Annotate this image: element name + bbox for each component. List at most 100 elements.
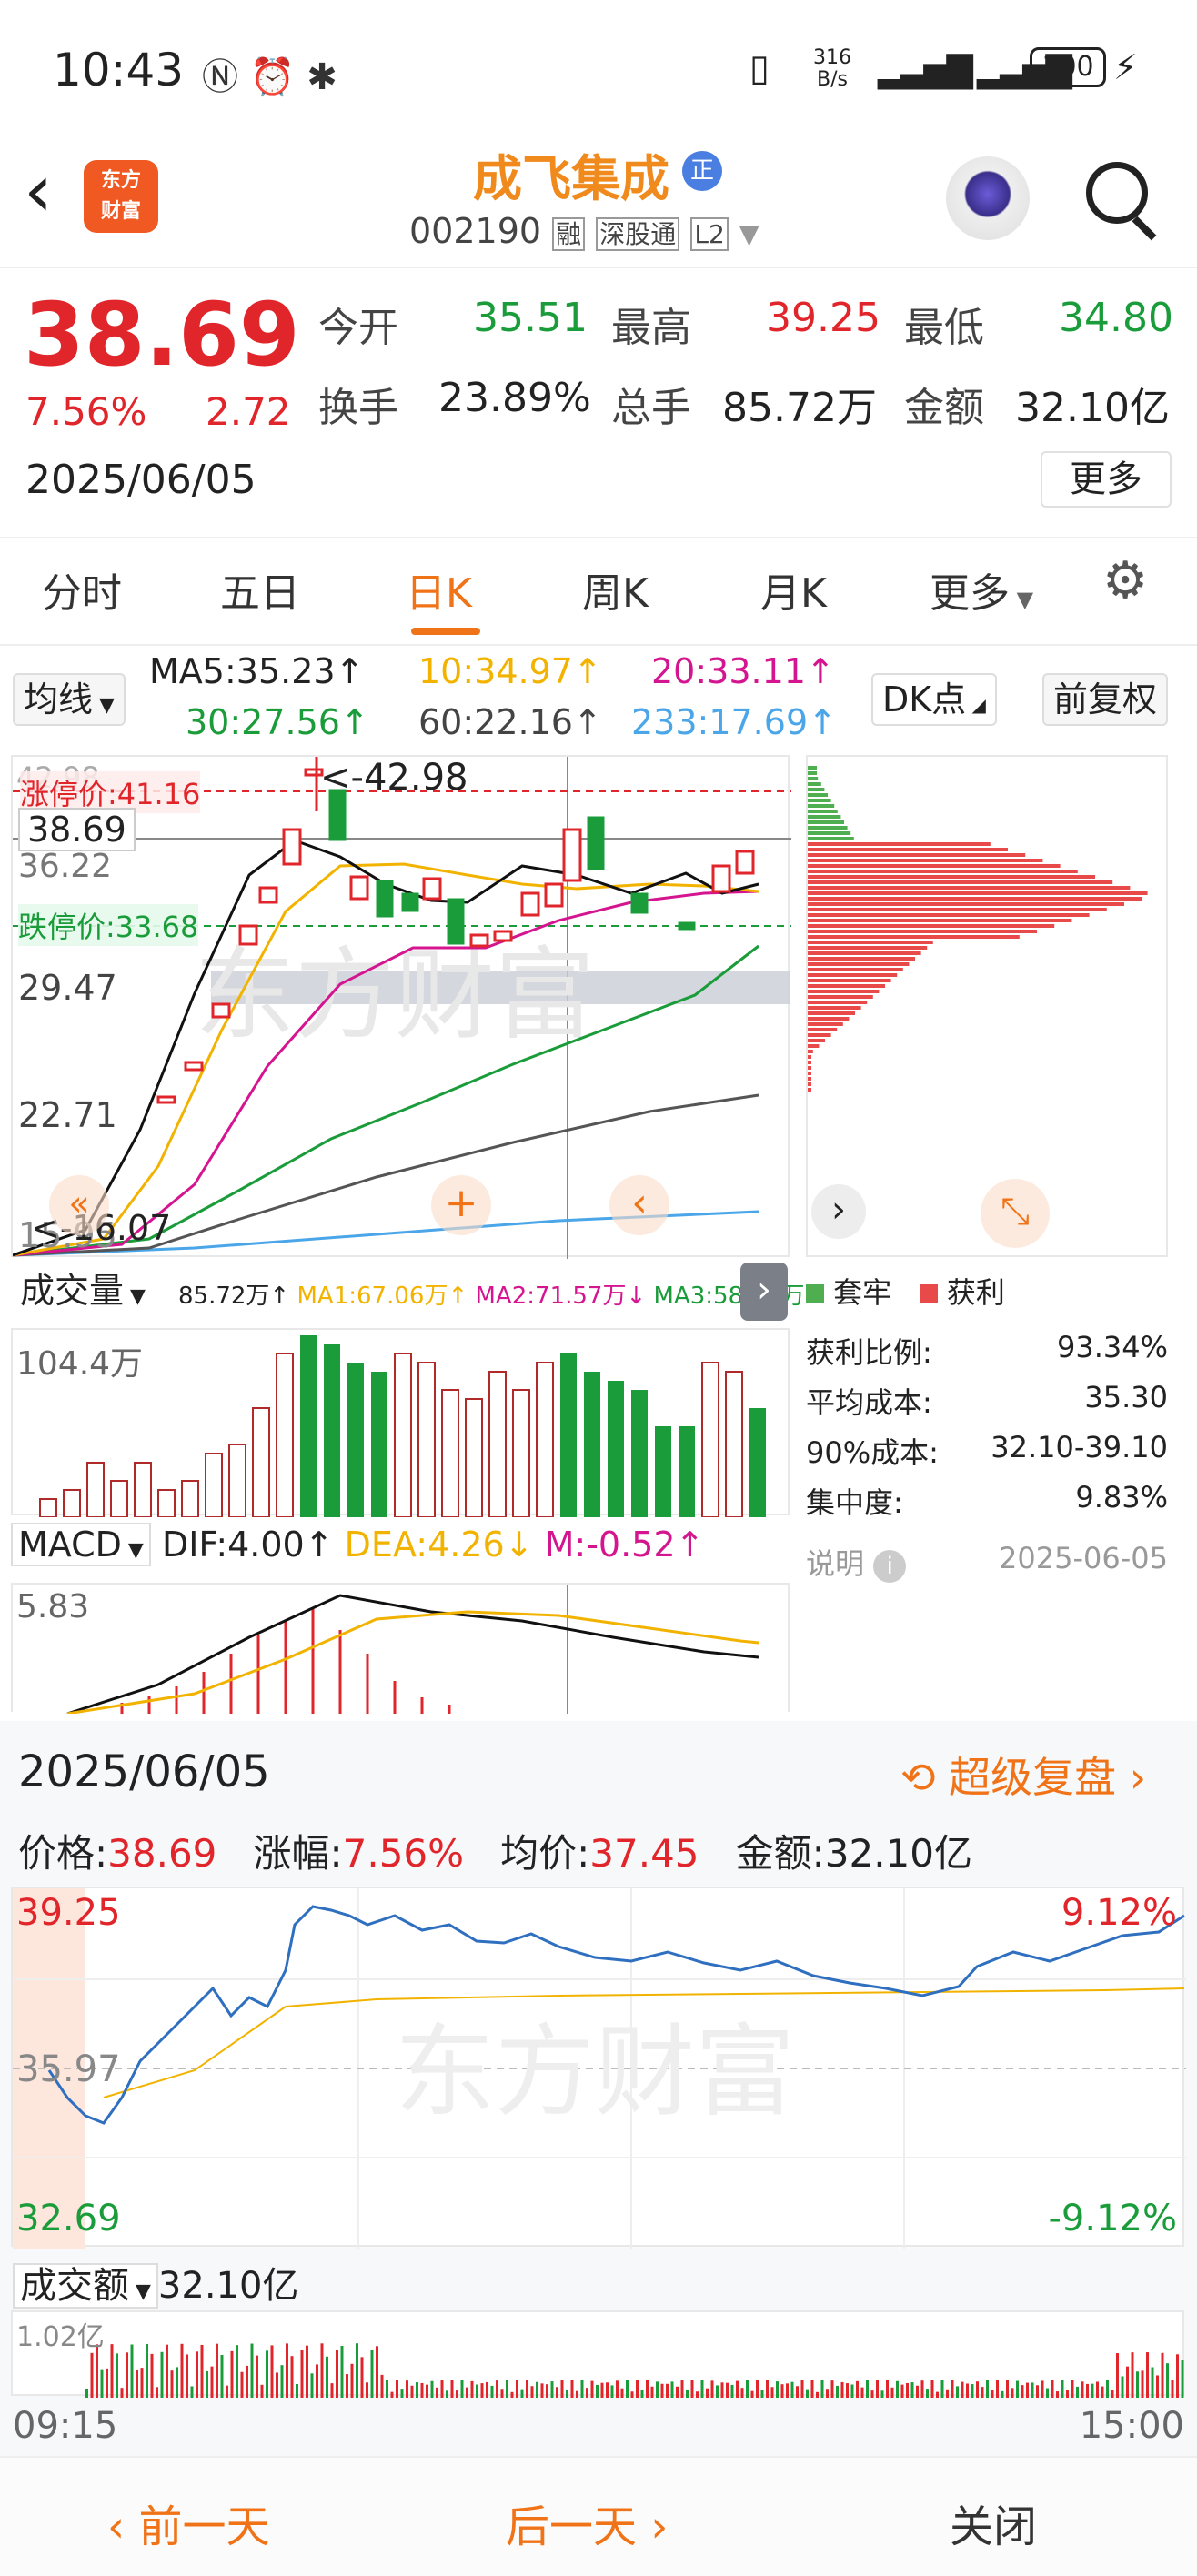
chevron-down-icon: ▼ (739, 219, 759, 249)
ma5-value: MA5:35.23↑ (149, 651, 365, 691)
intraday-chart[interactable]: 东方财富 39.25 35.97 32.69 9.12% -9.12% (11, 1887, 1186, 2249)
rewind-icon[interactable]: « (49, 1175, 109, 1235)
charging-icon: ⚡ (1113, 47, 1138, 87)
settings-gear-icon[interactable]: ⚙ (1102, 551, 1148, 610)
history-clock-icon: ⟲ (900, 1753, 936, 1802)
y-tick: 22.71 (18, 1095, 117, 1135)
time-start: 09:15 (13, 2405, 118, 2447)
stat-label: 今开 (318, 305, 398, 351)
turnover-chart[interactable]: 1.02亿 (11, 2310, 1184, 2398)
stock-code: 002190 (409, 211, 542, 251)
tag-sz-connect: 深股通 (596, 217, 680, 251)
tab-monthly-k[interactable]: 月K (760, 560, 827, 619)
stat-low: 34.80 (1059, 295, 1173, 341)
stat-amount: 32.10亿 (1015, 385, 1170, 431)
tag-margin: 融 (552, 217, 586, 251)
ma60-value: 60:22.16↑ (418, 702, 602, 742)
volume-values: 85.72万↑ MA1:67.06万↑ MA2:71.57万↓ MA3:58.2… (178, 1283, 825, 1310)
stat-label: 换手 (318, 385, 398, 431)
chip-legend: 套牢 获利 (806, 1270, 1005, 1312)
ma233-value: 233:17.69↑ (631, 702, 837, 742)
stat-label: 最低 (904, 305, 984, 351)
chevron-right-icon[interactable]: › (811, 1184, 866, 1239)
tab-5day[interactable]: 五日 (220, 560, 300, 619)
tab-more[interactable]: 更多 ▼ (930, 560, 1033, 619)
tag-l2: L2 (690, 217, 729, 251)
y-tick: 29.47 (18, 968, 117, 1008)
macd-chart[interactable]: 5.83 (11, 1583, 790, 1714)
limit-down-price: 跌停价:33.68 (18, 904, 199, 946)
intraday-pct-top: 9.12% (1061, 1892, 1177, 1934)
chip-note[interactable]: 说明 i (806, 1541, 907, 1583)
stat-turnover: 23.89% (438, 375, 591, 421)
stock-name[interactable]: 成飞集成 (473, 138, 669, 210)
super-replay-button[interactable]: ⟲ 超级复盘 › (900, 1745, 1146, 1805)
intraday-y-mid: 35.97 (16, 2048, 121, 2090)
intraday-y-top: 39.25 (16, 1892, 121, 1934)
y-tick: 36.22 (18, 848, 113, 885)
stat-volume: 85.72万 (722, 385, 877, 431)
change-percent: 7.56% (25, 389, 147, 434)
prev-day-button[interactable]: ‹ 前一天 (107, 2490, 269, 2554)
volume-max-label: 104.4万 (16, 1345, 144, 1383)
more-button[interactable]: 更多 (1041, 451, 1172, 508)
chip-distribution-chart[interactable]: › ⤡ (806, 755, 1168, 1257)
volume-select[interactable]: 成交量 ▼ (11, 1266, 155, 1319)
intraday-y-bot: 32.69 (16, 2198, 121, 2239)
battery-icon: 100 (1030, 47, 1106, 87)
stat-high: 39.25 (766, 295, 880, 341)
back-button[interactable]: ‹ (24, 155, 53, 227)
volume-chart[interactable]: 104.4万 (11, 1328, 790, 1517)
stat-open: 35.51 (473, 295, 588, 341)
turnover-select[interactable]: 成交额 ▼ 32.10亿 (13, 2256, 298, 2309)
next-day-button[interactable]: 后一天 › (506, 2490, 668, 2554)
macd-line: MACD ▼ DIF:4.00↑ DEA:4.26↓ M:-0.52↑ (11, 1523, 704, 1575)
chart-tabs: 分时 五日 日K 周K 月K 更多 ▼ ⚙ (0, 537, 1197, 646)
expand-icon[interactable]: ⤡ (981, 1179, 1050, 1248)
status-time: 10:43 (53, 44, 185, 96)
robot-assistant-icon[interactable] (946, 156, 1030, 240)
macd-select[interactable]: MACD ▼ (11, 1523, 151, 1566)
adjust-button[interactable]: 前复权 (1042, 673, 1169, 726)
intraday-summary: 价格:38.69 涨幅:7.56% 均价:37.45 金额:32.10亿 (18, 1831, 972, 1876)
intraday-svg: 东方财富 (13, 1888, 1186, 2249)
close-button[interactable]: 关闭 (950, 2490, 1037, 2554)
ma20-value: 20:33.11↑ (651, 651, 835, 691)
expand-panel-icon[interactable]: › (740, 1263, 788, 1321)
watermark: 东方财富 (395, 2017, 795, 2128)
stat-label: 最高 (611, 305, 691, 351)
current-price-tag: 38.69 (18, 808, 136, 851)
time-end: 15:00 (1079, 2405, 1184, 2447)
tab-active-indicator (411, 628, 480, 635)
vibrate-icon: ▯ (749, 47, 770, 89)
stat-label: 金额 (904, 385, 984, 431)
badge-icon: 正 (682, 151, 722, 191)
macd-svg (66, 1585, 759, 1714)
crosshair-plus-icon[interactable]: + (431, 1175, 491, 1235)
kline-chart[interactable]: 东方财富 42.98 涨停价:41.16 <-42.98 38.69 36.22… (11, 755, 791, 1259)
tab-weekly-k[interactable]: 周K (582, 560, 649, 619)
tab-intraday[interactable]: 分时 (42, 560, 122, 619)
chevron-left-icon[interactable]: ‹ (609, 1175, 669, 1235)
footer-bar: ‹ 前一天 后一天 › 关闭 (0, 2456, 1197, 2576)
search-icon[interactable] (1086, 162, 1148, 224)
stat-label: 总手 (611, 385, 691, 431)
status-bar: 10:43 Ⓝ ⏰ ✱ ▯ 316 B/s ▂▃▅▇ ▂▃▅▇ 100 ⚡ (0, 0, 1197, 136)
tab-daily-k[interactable]: 日K (406, 560, 472, 619)
ma30-value: 30:27.56↑ (186, 702, 369, 742)
macd-max-label: 5.83 (16, 1588, 90, 1625)
dk-point-button[interactable]: DK点 ◢ (871, 673, 997, 726)
high-annotation: <-42.98 (320, 757, 468, 799)
app-logo: 东方 财富 (84, 160, 158, 233)
turnover-max: 1.02亿 (16, 2321, 105, 2353)
ma10-value: 10:34.97↑ (418, 651, 602, 691)
intraday-date: 2025/06/05 (18, 1746, 270, 1797)
last-price: 38.69 (24, 284, 300, 386)
chip-svg (808, 766, 1148, 1092)
intraday-pct-bot: -9.12% (1048, 2198, 1177, 2239)
chip-stats: 获利比例: 93.34% 平均成本: 35.30 90%成本: 32.10-39.10… (806, 1330, 1168, 1583)
ma-select[interactable]: 均线 ▼ (13, 673, 126, 726)
network-speed: 316 B/s (813, 46, 851, 91)
stock-code-line: 002190 融 深股通 L2 ▼ (409, 211, 759, 251)
change-amount: 2.72 (206, 389, 291, 434)
